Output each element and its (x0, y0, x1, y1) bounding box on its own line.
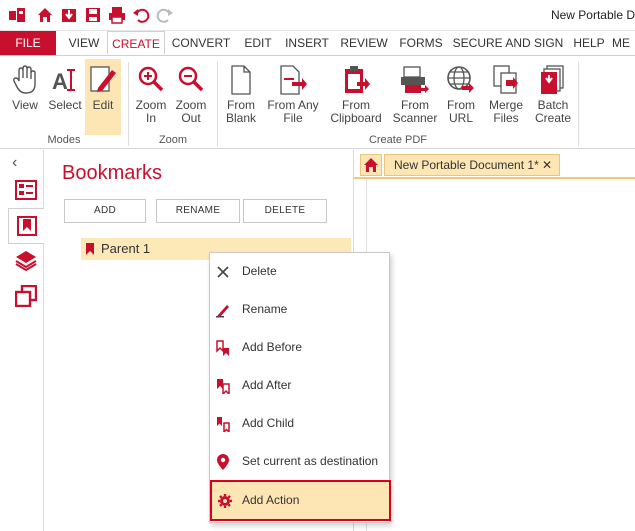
pencil-edit-icon (86, 61, 120, 99)
menu-item-delete[interactable]: Delete (210, 253, 389, 291)
tab-review[interactable]: REVIEW (337, 31, 391, 55)
from-clipboard-button[interactable]: From Clipboard (328, 59, 384, 131)
add-bookmark-button[interactable]: ADD (64, 199, 146, 223)
tab-edit[interactable]: EDIT (238, 31, 278, 55)
group-label-zoom: Zoom (158, 134, 188, 146)
bookmarks-title: Bookmarks (62, 162, 163, 184)
blank-page-icon (224, 61, 258, 99)
menu-item-add-after[interactable]: Add After (210, 367, 389, 405)
collapse-panel-icon[interactable]: ‹ (12, 154, 17, 172)
batch-create-icon (536, 61, 570, 99)
tab-more[interactable]: ME (612, 31, 635, 55)
bookmark-label: Parent 1 (101, 241, 151, 256)
tab-view[interactable]: VIEW (63, 31, 105, 55)
merge-files-button[interactable]: Merge Files (485, 59, 527, 131)
menu-item-add-child[interactable]: Add Child (210, 405, 389, 443)
close-tab-icon[interactable]: ✕ (542, 155, 552, 175)
window-title: New Portable D (550, 8, 635, 22)
from-url-button[interactable]: From URL (443, 59, 479, 131)
page-thumbnails-icon[interactable] (14, 178, 38, 202)
tab-forms[interactable]: FORMS (396, 31, 446, 55)
gear-icon (217, 493, 233, 509)
any-file-icon (276, 61, 310, 99)
bookmarks-panel-icon[interactable] (8, 208, 44, 244)
zoom-in-button[interactable]: Zoom In (132, 59, 170, 131)
layers-icon[interactable] (14, 248, 38, 272)
bookmark-add-before-icon (215, 340, 231, 356)
merge-files-icon (489, 61, 523, 99)
from-scanner-button[interactable]: From Scanner (390, 59, 440, 131)
document-area: New Portable Document 1* ✕ (353, 150, 635, 531)
bookmark-add-after-icon (215, 378, 231, 394)
document-tab-bar: New Portable Document 1* ✕ (354, 154, 635, 178)
close-icon (215, 264, 231, 280)
view-mode-button[interactable]: View (5, 59, 45, 131)
left-panel-rail: ‹ (0, 150, 44, 531)
tab-underline (354, 177, 635, 179)
delete-bookmark-button[interactable]: DELETE (243, 199, 327, 223)
home-tab-icon[interactable] (360, 154, 382, 176)
home-icon[interactable] (36, 6, 54, 24)
zoom-out-button[interactable]: Zoom Out (172, 59, 210, 131)
text-select-icon: A (48, 61, 82, 99)
undo-icon[interactable] (132, 6, 150, 24)
menu-item-rename[interactable]: Rename (210, 291, 389, 329)
ribbon-tabs: FILE VIEW CREATE CONVERT EDIT INSERT REV… (0, 31, 635, 55)
from-any-file-button[interactable]: From Any File (266, 59, 320, 131)
zoom-out-icon (174, 61, 208, 99)
redo-icon[interactable] (156, 6, 174, 24)
group-label-modes: Modes (47, 134, 81, 146)
bookmark-icon (86, 243, 94, 258)
group-label-create-pdf: Create PDF (368, 134, 428, 146)
location-pin-icon (215, 454, 231, 470)
scanner-icon (398, 61, 432, 99)
edit-mode-button[interactable]: Edit (85, 59, 121, 135)
bookmark-add-child-icon (215, 416, 231, 432)
save-icon[interactable] (84, 6, 102, 24)
menu-item-add-action[interactable]: Add Action (210, 480, 391, 521)
batch-create-button[interactable]: Batch Create (532, 59, 574, 131)
globe-icon (444, 61, 478, 99)
print-icon[interactable] (108, 6, 126, 24)
tab-insert[interactable]: INSERT (282, 31, 332, 55)
open-icon[interactable] (60, 6, 78, 24)
zoom-in-icon (134, 61, 168, 99)
menu-item-set-current-as-destination[interactable]: Set current as destination (210, 443, 389, 481)
document-tab-label: New Portable Document 1* (394, 158, 539, 172)
attachments-icon[interactable] (14, 284, 38, 308)
document-tab[interactable]: New Portable Document 1* ✕ (384, 154, 560, 176)
tab-create[interactable]: CREATE (107, 31, 165, 55)
app-logo-icon (8, 6, 26, 24)
tab-convert[interactable]: CONVERT (169, 31, 233, 55)
bookmark-context-menu: Delete Rename Add Before Add After Add C… (209, 252, 391, 523)
ribbon: View A Select Edit Modes Zoom In Zoom Ou… (0, 55, 635, 149)
svg-text:A: A (52, 69, 68, 94)
clipboard-icon (339, 61, 373, 99)
from-blank-button[interactable]: From Blank (221, 59, 261, 131)
rename-bookmark-button[interactable]: RENAME (156, 199, 240, 223)
hand-icon (8, 61, 42, 99)
tab-file[interactable]: FILE (0, 31, 56, 55)
menu-item-add-before[interactable]: Add Before (210, 329, 389, 367)
tab-secure-and-sign[interactable]: SECURE AND SIGN (451, 31, 565, 55)
pencil-icon (215, 302, 231, 318)
tab-help[interactable]: HELP (570, 31, 608, 55)
quick-access-toolbar: New Portable D (0, 0, 635, 31)
ribbon-separator (578, 62, 579, 146)
select-mode-button[interactable]: A Select (45, 59, 85, 131)
